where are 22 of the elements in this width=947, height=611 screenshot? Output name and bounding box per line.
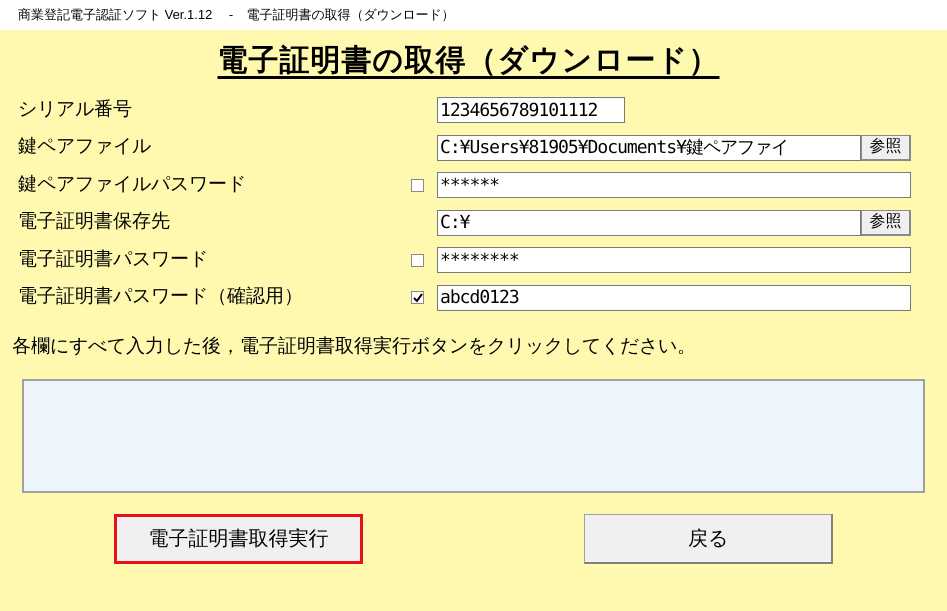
browse-button[interactable]: 参照 bbox=[861, 134, 911, 160]
window-title: 商業登記電子認証ソフト Ver.1.12 - 電子証明書の取得（ダウンロード） bbox=[18, 6, 454, 24]
field-label: シリアル番号 bbox=[17, 98, 133, 122]
checkbox[interactable] bbox=[411, 254, 424, 266]
back-button[interactable]: 戻る bbox=[584, 514, 833, 564]
page-heading: 電子証明書の取得（ダウンロード） bbox=[216, 43, 720, 79]
input-field[interactable]: C:¥ bbox=[437, 210, 861, 236]
checkbox[interactable] bbox=[411, 291, 424, 304]
execute-button[interactable]: 電子証明書取得実行 bbox=[114, 514, 363, 564]
input-field[interactable]: abcd0123 bbox=[437, 284, 911, 310]
field-label: 鍵ペアファイルパスワード bbox=[17, 172, 247, 197]
instruction-text: 各欄にすべて入力した後，電子証明書取得実行ボタンをクリックしてください。 bbox=[12, 334, 697, 358]
input-field[interactable]: ******** bbox=[437, 247, 911, 273]
field-label: 電子証明書パスワード（確認用） bbox=[17, 285, 304, 310]
field-label: 電子証明書保存先 bbox=[17, 210, 171, 234]
input-field[interactable]: C:¥Users¥81905¥Documents¥鍵ペアファイ bbox=[437, 134, 861, 160]
checkbox[interactable] bbox=[411, 178, 424, 192]
field-label: 電子証明書パスワード bbox=[17, 248, 209, 272]
input-field[interactable]: 1234656789101112 bbox=[437, 97, 625, 123]
browse-button[interactable]: 参照 bbox=[861, 210, 911, 236]
field-label: 鍵ペアファイル bbox=[17, 135, 152, 160]
input-field[interactable]: ****** bbox=[437, 172, 911, 198]
